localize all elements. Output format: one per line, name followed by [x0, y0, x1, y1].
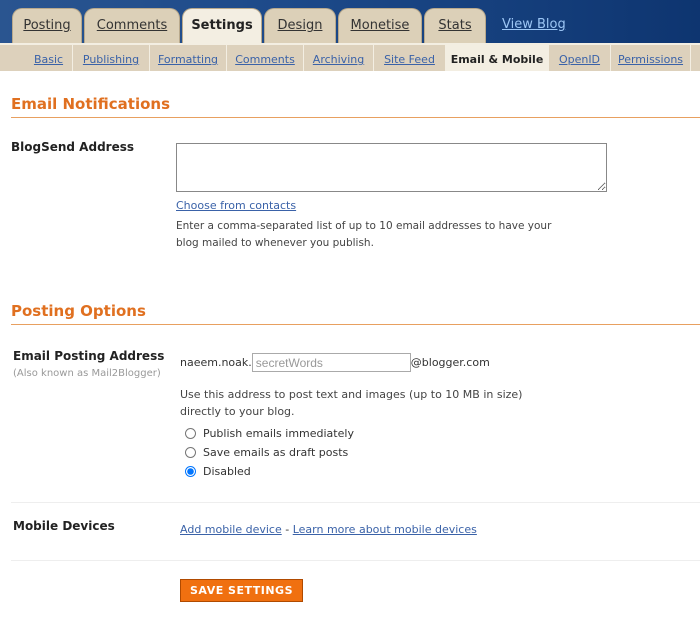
divider — [11, 560, 700, 561]
secret-words-input[interactable] — [251, 353, 411, 372]
address-suffix: @blogger.com — [410, 356, 490, 369]
subtab-archiving[interactable]: Archiving — [304, 45, 374, 71]
radio-publish-immediately[interactable]: Publish emails immediately — [185, 427, 354, 440]
main-tab-bar: Posting Comments Settings Design Monetis… — [0, 0, 700, 43]
radio-disabled[interactable]: Disabled — [185, 465, 251, 478]
radio-label: Disabled — [203, 465, 251, 478]
radio-label: Publish emails immediately — [203, 427, 354, 440]
posting-options-heading: Posting Options — [11, 302, 146, 320]
save-settings-button[interactable]: SAVE SETTINGS — [180, 579, 303, 602]
subtab-comments[interactable]: Comments — [227, 45, 304, 71]
radio-label: Save emails as draft posts — [203, 446, 349, 459]
tab-settings[interactable]: Settings — [182, 8, 262, 43]
subtab-formatting[interactable]: Formatting — [150, 45, 227, 71]
radio-button[interactable] — [185, 428, 196, 439]
mobile-devices-label: Mobile Devices — [13, 519, 115, 533]
subtab-email-mobile[interactable]: Email & Mobile — [446, 45, 549, 71]
radio-button[interactable] — [185, 466, 196, 477]
view-blog-link[interactable]: View Blog — [502, 17, 566, 32]
tab-design[interactable]: Design — [264, 8, 336, 43]
divider — [11, 502, 700, 503]
email-posting-label: Email Posting Address — [13, 349, 165, 363]
divider — [11, 117, 700, 118]
radio-button[interactable] — [185, 447, 196, 458]
divider — [11, 324, 700, 325]
subtab-basic[interactable]: Basic — [25, 45, 73, 71]
address-prefix: naeem.noak. — [180, 356, 252, 369]
sub-tab-bar: Basic Publishing Formatting Comments Arc… — [0, 43, 700, 71]
blogsend-address-input[interactable] — [176, 143, 607, 192]
mail2blogger-note: (Also known as Mail2Blogger) — [13, 368, 161, 379]
mobile-links: Add mobile device - Learn more about mob… — [180, 523, 477, 536]
subtab-permissions[interactable]: Permissions — [611, 45, 691, 71]
link-separator: - — [285, 523, 290, 536]
email-notifications-heading: Email Notifications — [11, 95, 171, 113]
blogsend-label: BlogSend Address — [11, 140, 134, 154]
subtab-publishing[interactable]: Publishing — [73, 45, 150, 71]
subtab-site-feed[interactable]: Site Feed — [374, 45, 446, 71]
add-mobile-device-link[interactable]: Add mobile device — [180, 523, 282, 536]
choose-from-contacts-link[interactable]: Choose from contacts — [176, 199, 296, 212]
tab-monetise[interactable]: Monetise — [338, 8, 422, 43]
posting-help: Use this address to post text and images… — [180, 388, 523, 418]
tab-posting[interactable]: Posting — [12, 8, 82, 43]
tab-comments[interactable]: Comments — [84, 8, 180, 43]
subtab-openid[interactable]: OpenID — [549, 45, 611, 71]
radio-save-draft[interactable]: Save emails as draft posts — [185, 446, 348, 459]
tab-stats[interactable]: Stats — [424, 8, 486, 43]
email-posting-address: naeem.noak. @blogger.com — [180, 353, 490, 372]
blogsend-help: Enter a comma-separated list of up to 10… — [176, 220, 552, 249]
learn-more-mobile-link[interactable]: Learn more about mobile devices — [293, 523, 477, 536]
